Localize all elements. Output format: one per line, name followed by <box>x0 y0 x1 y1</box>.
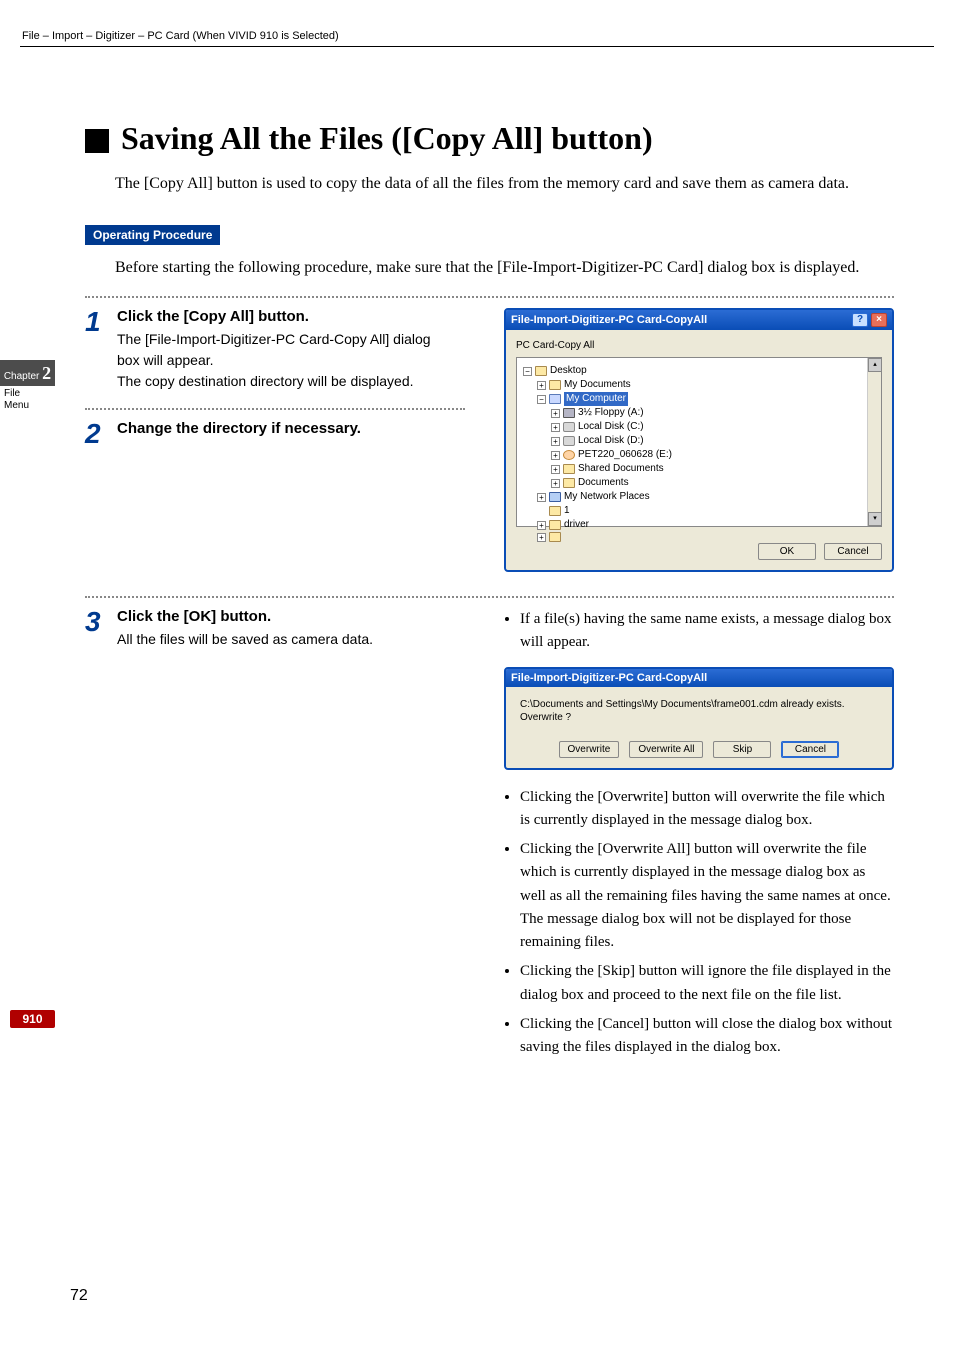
cancel-button[interactable]: Cancel <box>824 543 882 560</box>
dialog-titlebar: File-Import-Digitizer-PC Card-CopyAll <box>506 669 892 687</box>
folder-icon <box>563 478 575 488</box>
tree-mycomp[interactable]: My Computer <box>564 392 628 406</box>
overwrite-all-button[interactable]: Overwrite All <box>629 741 703 758</box>
folder-icon <box>549 532 561 542</box>
folder-icon <box>549 380 561 390</box>
step-num-2: 2 <box>85 420 107 448</box>
separator <box>85 296 894 298</box>
step1-row: 1 Click the [Copy All] button. The [File… <box>85 308 894 572</box>
bullet-skip: Clicking the [Skip] button will ignore t… <box>520 960 894 1007</box>
scrollbar[interactable]: ▴ ▾ <box>867 358 881 526</box>
operating-procedure-label: Operating Procedure <box>85 225 220 245</box>
bullet-overwrite-all: Clicking the [Overwrite All] button will… <box>520 838 894 954</box>
intro-text: The [Copy All] button is used to copy th… <box>115 171 894 197</box>
tree-shared[interactable]: Shared Documents <box>578 462 664 476</box>
main-content: Saving All the Files ([Copy All] button)… <box>85 120 894 1065</box>
model-badge: 910 <box>10 1010 55 1028</box>
bullets-block: Clicking the [Overwrite] button will ove… <box>504 786 894 1060</box>
square-bullet-icon <box>85 129 109 153</box>
tree-d[interactable]: Local Disk (D:) <box>578 434 644 448</box>
file-menu-tab: File Menu <box>0 386 55 414</box>
chapter-tab: Chapter 2 <box>0 360 55 386</box>
step-1: 1 Click the [Copy All] button. The [File… <box>85 308 474 392</box>
side-tab: Chapter 2 File Menu <box>0 360 55 414</box>
precondition-text: Before starting the following procedure,… <box>115 255 894 281</box>
separator <box>85 596 894 598</box>
computer-icon <box>549 394 561 404</box>
scroll-down-icon[interactable]: ▾ <box>868 512 882 526</box>
folder-icon <box>549 506 561 516</box>
dialog2-message: C:\Documents and Settings\My Documents\f… <box>520 699 878 710</box>
step3-body: All the files will be saved as camera da… <box>117 629 447 650</box>
page-number: 72 <box>70 1287 88 1305</box>
page-title: Saving All the Files ([Copy All] button) <box>121 120 653 157</box>
step1-body: The [File-Import-Digitizer-PC Card-Copy … <box>117 329 447 392</box>
tree-driver[interactable]: driver <box>564 518 589 532</box>
folder-icon <box>549 520 561 530</box>
network-icon <box>549 492 561 502</box>
floppy-icon <box>563 408 575 418</box>
running-header: File – Import – Digitizer – PC Card (Whe… <box>20 30 934 47</box>
close-icon[interactable]: × <box>871 313 887 327</box>
tree-c[interactable]: Local Disk (C:) <box>578 420 644 434</box>
tree-net[interactable]: My Network Places <box>564 490 650 504</box>
scroll-up-icon[interactable]: ▴ <box>868 358 882 372</box>
menu-tab: Menu <box>4 400 29 411</box>
header-text: File – Import – Digitizer – PC Card (Whe… <box>22 30 339 42</box>
dialog-titlebar: File-Import-Digitizer-PC Card-CopyAll ? … <box>506 310 892 330</box>
bullet-overwrite: Clicking the [Overwrite] button will ove… <box>520 786 894 833</box>
drive-icon <box>563 436 575 446</box>
title-row: Saving All the Files ([Copy All] button) <box>85 120 894 157</box>
chapter-num: 2 <box>42 363 51 383</box>
overwrite-button[interactable]: Overwrite <box>559 741 620 758</box>
copyall-folder-dialog: File-Import-Digitizer-PC Card-CopyAll ? … <box>504 308 894 572</box>
step1-head: Click the [Copy All] button. <box>117 308 474 325</box>
tree-mydocs[interactable]: My Documents <box>564 378 631 392</box>
help-icon[interactable]: ? <box>852 313 868 327</box>
tree-e[interactable]: PET220_060628 (E:) <box>578 448 672 462</box>
step-3: 3 Click the [OK] button. All the files w… <box>85 608 474 650</box>
folder-tree[interactable]: −Desktop +My Documents −My Computer +3½ … <box>516 357 882 527</box>
step-2: 2 Change the directory if necessary. <box>85 420 474 448</box>
file-tab: File <box>4 388 20 399</box>
dialog2-question: Overwrite ? <box>520 712 878 723</box>
tree-one[interactable]: 1 <box>564 504 570 518</box>
dialog2-title: File-Import-Digitizer-PC Card-CopyAll <box>511 672 707 684</box>
dialog-subtitle: PC Card-Copy All <box>516 340 882 351</box>
folder-icon <box>563 464 575 474</box>
tree-docs[interactable]: Documents <box>578 476 629 490</box>
drive-icon <box>563 422 575 432</box>
ok-button[interactable]: OK <box>758 543 816 560</box>
dialog-title: File-Import-Digitizer-PC Card-CopyAll <box>511 314 707 326</box>
step3-row: 3 Click the [OK] button. All the files w… <box>85 608 894 1065</box>
step3-head: Click the [OK] button. <box>117 608 474 625</box>
cd-icon <box>563 450 575 460</box>
skip-button[interactable]: Skip <box>713 741 771 758</box>
chapter-label: Chapter <box>4 371 40 382</box>
bullet-cancel: Clicking the [Cancel] button will close … <box>520 1013 894 1060</box>
note-block: If a file(s) having the same name exists… <box>504 608 894 655</box>
tree-desktop[interactable]: Desktop <box>550 364 587 378</box>
overwrite-message-dialog: File-Import-Digitizer-PC Card-CopyAll C:… <box>504 667 894 770</box>
step-num-3: 3 <box>85 608 107 650</box>
separator <box>85 408 465 410</box>
step-num-1: 1 <box>85 308 107 392</box>
desktop-icon <box>535 366 547 376</box>
tree-floppy[interactable]: 3½ Floppy (A:) <box>578 406 644 420</box>
note-1: If a file(s) having the same name exists… <box>520 608 894 655</box>
cancel-button[interactable]: Cancel <box>781 741 839 758</box>
step2-head: Change the directory if necessary. <box>117 420 474 437</box>
